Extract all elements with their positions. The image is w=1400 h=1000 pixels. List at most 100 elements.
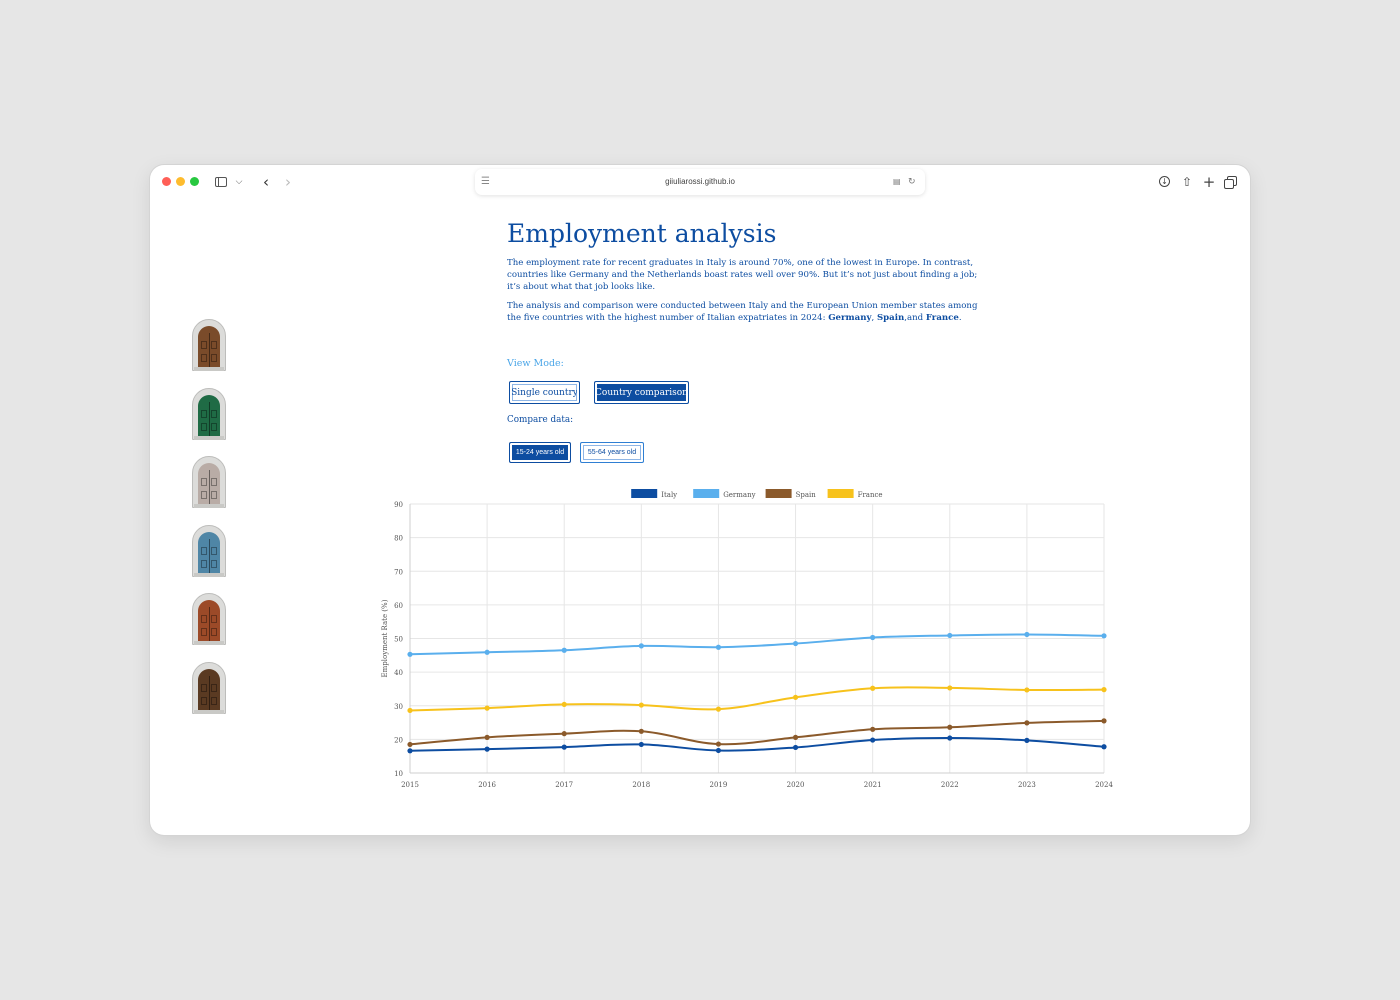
data-point-france [407, 707, 413, 714]
data-point-germany [715, 644, 722, 650]
door-green-arched-icon[interactable] [192, 387, 226, 440]
y-tick-label: 50 [394, 636, 403, 644]
door-grey-arched-icon[interactable] [192, 456, 226, 508]
data-point-france [561, 701, 567, 708]
legend-label-italy: Italy [661, 491, 677, 499]
data-point-italy [870, 737, 876, 743]
country-spain: Spain [876, 313, 905, 323]
data-point-spain [947, 724, 953, 730]
address-bar[interactable]: ☰ giiuliarossi.github.io ▤ ↻ [475, 169, 925, 195]
y-tick-label: 90 [394, 501, 403, 509]
data-point-germany [638, 643, 644, 649]
door-blue-arched-icon[interactable] [192, 524, 226, 577]
new-tab-icon[interactable]: + [1201, 174, 1217, 190]
data-point-spain [484, 734, 490, 740]
reload-icon[interactable]: ↻ [908, 174, 916, 190]
data-point-france [792, 694, 799, 700]
data-point-france [947, 685, 953, 691]
y-tick-label: 20 [394, 736, 403, 744]
legend-label-france: France [858, 491, 883, 499]
data-point-spain [638, 728, 644, 734]
back-arrow-icon[interactable]: ‹ [258, 174, 274, 190]
employment-line-chart: 10 20 30 40 50 60 70 80 90 2015 2016 2017 2018 2019 20… [381, 489, 1113, 789]
data-point-spain [792, 734, 799, 740]
single-country-button[interactable]: Single country [509, 381, 580, 404]
country-comparison-button[interactable]: Country comparison [594, 381, 689, 404]
x-tick-label: 2024 [1095, 781, 1113, 789]
data-point-france [870, 685, 876, 691]
data-point-germany [407, 651, 413, 657]
download-icon[interactable]: ↓ [1157, 174, 1173, 190]
data-point-italy [407, 748, 413, 754]
data-point-france [1024, 687, 1030, 693]
y-tick-label: 60 [394, 602, 403, 610]
legend-swatch-france [827, 489, 854, 498]
data-point-spain [1024, 720, 1030, 726]
data-point-italy [792, 744, 799, 751]
data-point-italy [715, 747, 722, 754]
data-point-italy [947, 735, 953, 741]
legend-label-germany: Germany [723, 491, 755, 499]
zoom-window-button[interactable] [190, 177, 199, 186]
legend-swatch-germany [693, 489, 720, 498]
data-point-italy [484, 746, 490, 752]
data-point-france [484, 705, 490, 711]
data-point-spain [561, 731, 567, 737]
series-line-spain [409, 719, 1105, 746]
compare-data-label: Compare data: [507, 415, 574, 425]
method-suffix: . [958, 313, 962, 323]
view-mode-label: View Mode: [507, 358, 564, 369]
door-red-arched-icon[interactable] [192, 593, 226, 645]
x-tick-label: 2020 [787, 781, 805, 789]
intro-paragraph: The employment rate for recent graduates… [507, 258, 978, 292]
chevron-down-icon[interactable]: ⌵ [231, 174, 247, 190]
data-point-spain [1101, 718, 1107, 724]
page-title: Employment analysis [507, 219, 777, 248]
y-tick-label: 40 [394, 669, 403, 677]
country-germany: Germany [828, 313, 872, 323]
x-tick-label: 2023 [1018, 781, 1036, 789]
y-tick-label: 70 [394, 568, 403, 576]
data-point-france [715, 706, 722, 712]
x-tick-label: 2019 [710, 781, 728, 789]
age-15-24-button[interactable]: 15-24 years old [509, 442, 571, 463]
x-tick-label: 2017 [555, 781, 573, 789]
x-tick-label: 2018 [632, 781, 650, 789]
close-window-button[interactable] [162, 177, 171, 186]
data-point-spain [407, 741, 413, 748]
data-point-germany [561, 647, 567, 653]
legend-label-spain: Spain [796, 491, 817, 499]
series-line-italy [409, 737, 1105, 752]
address-bar-url[interactable]: giiuliarossi.github.io [475, 169, 925, 195]
y-tick-label: 30 [394, 703, 403, 711]
data-point-italy [1024, 737, 1030, 743]
door-dark-arched-icon[interactable] [192, 661, 226, 714]
data-point-spain [715, 741, 722, 747]
y-axis-label: Employment Rate (%) [381, 599, 389, 677]
forward-arrow-icon[interactable]: › [280, 174, 296, 190]
data-point-germany [1024, 631, 1030, 638]
intro-section: Employment analysis The employment rate … [507, 217, 987, 324]
legend-swatch-italy [631, 489, 658, 498]
country-france: France [925, 313, 959, 323]
minimize-window-button[interactable] [176, 177, 185, 186]
method-separator: ,and [904, 313, 926, 323]
data-point-france [1101, 687, 1107, 693]
data-point-germany [484, 649, 490, 655]
sidebar-toggle-icon[interactable] [213, 174, 229, 190]
x-tick-label: 2021 [864, 781, 882, 789]
x-tick-label: 2015 [401, 781, 419, 789]
tab-overview-icon[interactable] [1223, 174, 1239, 190]
data-point-germany [1101, 633, 1107, 639]
door-brown-arched-icon[interactable] [192, 319, 226, 371]
y-tick-label: 10 [394, 770, 403, 778]
age-55-64-button[interactable]: 55-64 years old [580, 442, 644, 463]
data-point-italy [561, 744, 567, 750]
x-tick-label: 2016 [478, 781, 496, 789]
legend-swatch-spain [765, 489, 792, 498]
series-line-germany [409, 633, 1105, 656]
y-tick-label: 80 [394, 535, 403, 543]
share-icon[interactable]: ⇧ [1179, 174, 1195, 190]
translate-icon[interactable]: ▤ [893, 174, 901, 190]
method-paragraph: The analysis and comparison were conduct… [507, 300, 987, 324]
